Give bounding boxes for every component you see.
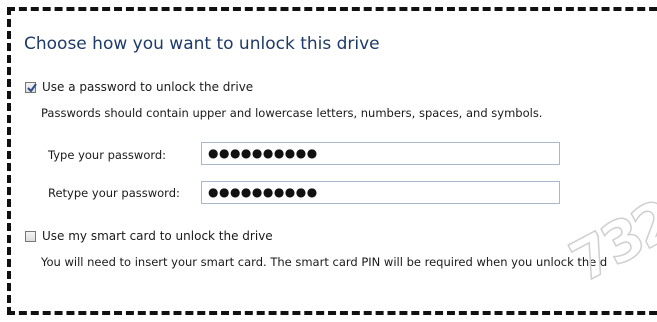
page-title: Choose how you want to unlock this drive: [24, 34, 380, 54]
password-checkbox[interactable]: [25, 81, 37, 93]
password-option-label: Use a password to unlock the drive: [42, 80, 254, 94]
smartcard-checkbox[interactable]: [25, 230, 36, 242]
password-option[interactable]: Use a password to unlock the drive: [25, 80, 253, 94]
smartcard-hint: You will need to insert your smart card.…: [41, 255, 608, 269]
smartcard-option-label: Use my smart card to unlock the drive: [42, 229, 273, 243]
smartcard-option[interactable]: Use my smart card to unlock the drive: [25, 229, 273, 243]
checkmark-icon: [27, 82, 37, 93]
retype-password-input[interactable]: ●●●●●●●●●●: [201, 181, 560, 204]
retype-password-label: Retype your password:: [48, 186, 180, 200]
type-password-label: Type your password:: [48, 148, 167, 162]
type-password-input[interactable]: ●●●●●●●●●●: [201, 142, 560, 165]
password-hint: Passwords should contain upper and lower…: [41, 106, 543, 120]
